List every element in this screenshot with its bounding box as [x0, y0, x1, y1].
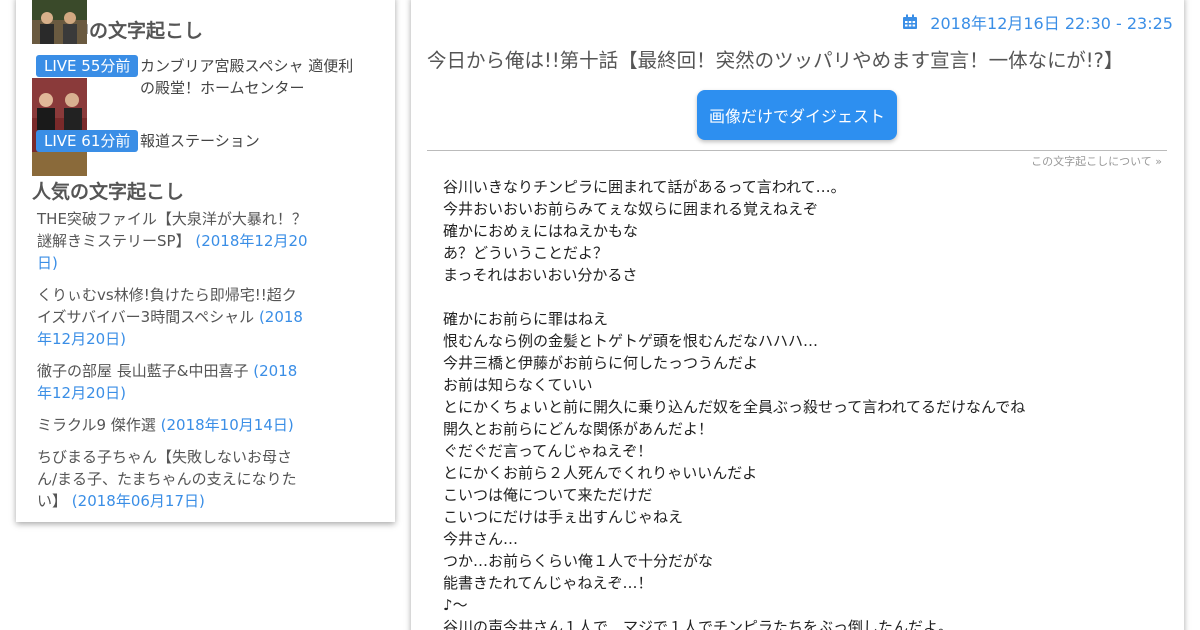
broadcast-datetime: 2018年12月16日 22:30 - 23:25: [902, 10, 1173, 34]
transcript-line: 谷川いきなりチンピラに囲まれて話があるって言われて…。: [443, 178, 846, 196]
list-item[interactable]: ミラクル9 傑作選 (2018年10月14日): [37, 414, 309, 436]
thumbnail-image[interactable]: [32, 0, 87, 44]
transcript-line: 確かにおめぇにはねえかもな: [443, 222, 639, 240]
transcript-line: つか…お前らくらい俺１人で十分だがな: [443, 552, 714, 570]
transcript-line: とにかくちょいと前に開久に乗り込んだ奴を全員ぶっ殺せって言われてるだけなんでね: [443, 398, 1026, 416]
transcript-line: 今井おいおいお前らみてぇな奴らに囲まれる覚えねえぞ: [443, 200, 819, 218]
live-badge: LIVE 61分前: [36, 130, 139, 152]
popular-section-title: 人気の文字起こし: [32, 181, 185, 203]
digest-button[interactable]: 画像だけでダイジェスト: [697, 90, 897, 140]
transcript-line: 今井さん…: [443, 530, 519, 548]
transcript-line: [443, 286, 1163, 308]
transcript-line: とにかくお前ら２人死んでくれりゃいいんだよ: [443, 464, 758, 482]
thumbnail-image[interactable]: [32, 78, 87, 176]
popular-list: THE突破ファイル【大泉洋が大暴れ！？謎解きミステリーSP】 (2018年12月…: [37, 208, 309, 522]
popular-item-date[interactable]: (2018年06月17日): [72, 492, 205, 510]
popular-item-title[interactable]: くりぃむvs林修!負けたら即帰宅!!超クイズサバイバー3時間スペシャル: [37, 286, 297, 326]
datetime-text: 2018年12月16日 22:30 - 23:25: [930, 14, 1173, 33]
live-program-title[interactable]: 報道ステーション: [140, 130, 260, 152]
popular-item-date[interactable]: (2018年10月14日): [161, 416, 294, 434]
page-title: 今日から俺は!!第十話【最終回！突然のツッパリやめます宣言！一体なにが!?】: [427, 49, 1124, 72]
live-item[interactable]: LIVE 55分前 カンブリア宮殿スペシャ 適便利の殿堂！ホームセンター: [32, 0, 362, 97]
transcript-line: まっそれはおいおい分かるさ: [443, 266, 638, 284]
about-transcript-link[interactable]: この文字起こしについて »: [1031, 153, 1162, 169]
transcript-panel: 2018年12月16日 22:30 - 23:25 今日から俺は!!第十話【最終…: [411, 0, 1184, 630]
list-item[interactable]: くりぃむvs林修!負けたら即帰宅!!超クイズサバイバー3時間スペシャル (201…: [37, 284, 309, 350]
transcript-line: あ？どういうことだよ？: [443, 244, 609, 262]
transcript-line: お前は知らなくていい: [443, 376, 593, 394]
popular-item-title[interactable]: ミラクル9 傑作選: [37, 416, 156, 434]
sidebar-panel: 放送中の文字起こし LIVE 55分前 カンブリア宮殿スペシャ 適便利の殿堂！ホ…: [16, 0, 395, 522]
live-item[interactable]: LIVE 61分前 報道ステーション: [32, 78, 362, 176]
divider: [427, 150, 1167, 151]
calendar-icon: [902, 14, 918, 30]
list-item[interactable]: THE突破ファイル【大泉洋が大暴れ！？謎解きミステリーSP】 (2018年12月…: [37, 208, 309, 274]
transcript-line: こいつは俺について来ただけだ: [443, 486, 653, 504]
transcript-line: ぐだぐだ言ってんじゃねえぞ！: [443, 442, 653, 460]
transcript-line: 恨むんなら例の金髪とトゲトゲ頭を恨むんだなハハハ…: [443, 332, 819, 350]
transcript-line: 開久とお前らにどんな関係があんだよ！: [443, 420, 714, 438]
live-badge: LIVE 55分前: [36, 55, 139, 77]
transcript-line: ♪～: [443, 596, 468, 614]
transcript-line: 能書きたれてんじゃねえぞ…！: [443, 574, 653, 592]
list-item[interactable]: ちびまる子ちゃん【失敗しないお母さん/まる子、たまちゃんの支えになりたい】 (2…: [37, 446, 309, 512]
transcript-line: 確かにお前らに罪はねえ: [443, 310, 609, 328]
transcript-list: 谷川いきなりチンピラに囲まれて話があるって言われて…。 今井おいおいお前らみてぇ…: [443, 176, 1163, 630]
transcript-line: こいつにだけは手ぇ出すんじゃねえ: [443, 508, 684, 526]
popular-item-title[interactable]: 徹子の部屋 長山藍子&中田喜子: [37, 362, 248, 380]
transcript-line: 谷川の声今井さん１人で…マジで１人でチンピラたちをぶっ倒したんだよ。: [443, 618, 954, 630]
transcript-line: 今井三橋と伊藤がお前らに何したっつうんだよ: [443, 354, 759, 372]
list-item[interactable]: 徹子の部屋 長山藍子&中田喜子 (2018年12月20日): [37, 360, 309, 404]
